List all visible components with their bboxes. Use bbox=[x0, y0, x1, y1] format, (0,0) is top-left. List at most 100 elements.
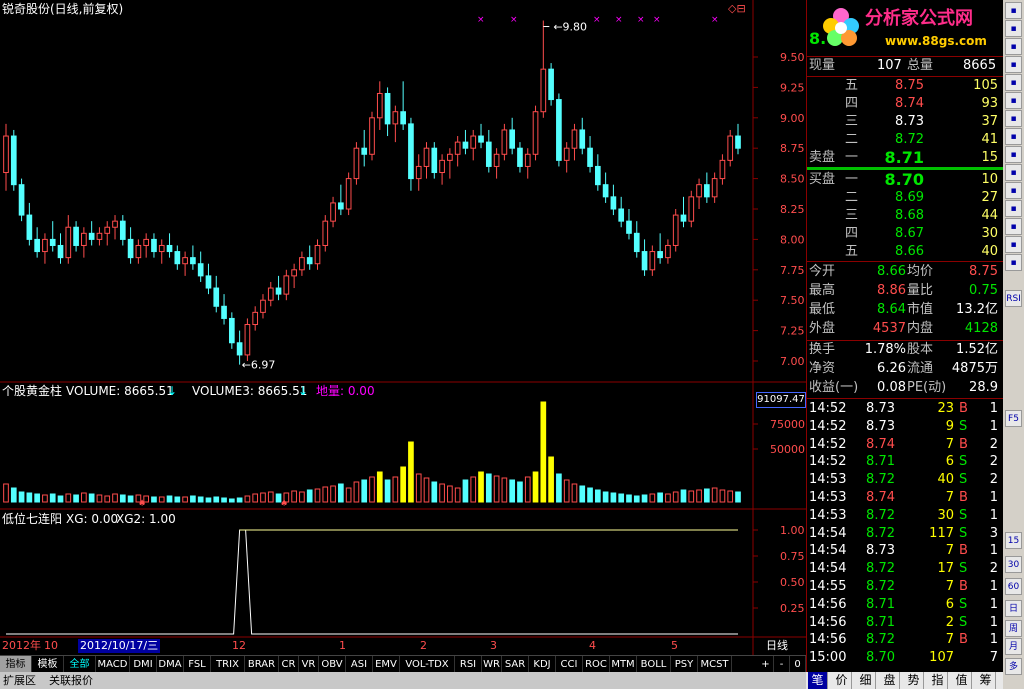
candle-body bbox=[626, 220, 632, 234]
toolbar-period-button[interactable]: 月 bbox=[1005, 638, 1022, 655]
candle-body bbox=[556, 99, 562, 161]
quote-tab[interactable]: 指 bbox=[928, 672, 948, 689]
candle-body bbox=[587, 147, 593, 167]
ask-row: 四 8.74 93 bbox=[807, 95, 1004, 113]
toolbar-period-button[interactable]: 周 bbox=[1005, 620, 1022, 637]
toolbar-tool-icon[interactable]: ▪ bbox=[1005, 20, 1022, 37]
volume-bar bbox=[369, 476, 375, 503]
volume-bar bbox=[330, 485, 336, 503]
toolbar-period-button[interactable]: F5 bbox=[1005, 410, 1022, 427]
toolbar-tool-icon[interactable]: ▪ bbox=[1005, 56, 1022, 73]
toolbar-tool-icon[interactable]: ▪ bbox=[1005, 110, 1022, 127]
kline-chart-area[interactable]: 9.50 9.25 9.00 8.75 8.50 8.25 8.00 7.75 7.50 7.25… bbox=[0, 0, 806, 655]
signal-indicator-name: 低位七连阳 bbox=[2, 512, 63, 526]
toolbar-tool-icon[interactable]: ▪ bbox=[1005, 38, 1022, 55]
volume-bar bbox=[88, 493, 95, 503]
indicator-tab[interactable]: DMI bbox=[130, 656, 157, 673]
indicator-tab[interactable]: VR bbox=[299, 656, 319, 673]
price-tick-label: 9.25 bbox=[780, 81, 805, 94]
candle-body bbox=[649, 251, 656, 271]
indicator-tab[interactable]: BRAR bbox=[245, 656, 279, 673]
indicator-tab[interactable]: VOL-TDX bbox=[400, 656, 455, 673]
tab-control-button[interactable]: + bbox=[758, 656, 774, 673]
bid-level-label: 三 bbox=[845, 208, 859, 223]
toolbar-period-button[interactable]: 30 bbox=[1005, 556, 1022, 573]
tab-related-quotes[interactable]: 关联报价 bbox=[46, 673, 96, 688]
indicator-tab[interactable]: PSY bbox=[671, 656, 698, 673]
tab-control-button[interactable]: - bbox=[774, 656, 790, 673]
indicator-tab[interactable]: WR bbox=[482, 656, 502, 673]
indicator-tab[interactable]: MTM bbox=[610, 656, 637, 673]
candle-body bbox=[197, 263, 204, 277]
stat-row: 外盘 4537 内盘 4128 bbox=[807, 320, 1004, 338]
toolbar-tool-icon[interactable]: ▪ bbox=[1005, 254, 1022, 271]
toolbar-period-button[interactable]: 60 bbox=[1005, 578, 1022, 595]
bid-level-label: 五 bbox=[845, 244, 859, 259]
ask-row: 三 8.73 37 bbox=[807, 113, 1004, 131]
candle-body bbox=[42, 238, 48, 253]
volume-bar bbox=[579, 485, 586, 503]
toolbar-period-button[interactable]: 15 bbox=[1005, 532, 1022, 549]
tab-extension[interactable]: 扩展区 bbox=[0, 673, 39, 688]
candle-body bbox=[376, 92, 383, 119]
indicator-tab[interactable]: OBV bbox=[319, 656, 346, 673]
toolbar-tool-icon[interactable]: ▪ bbox=[1005, 200, 1022, 217]
buy-label: 买盘 bbox=[809, 172, 836, 187]
toolbar-tool-icon[interactable]: ▪ bbox=[1005, 74, 1022, 91]
tick-count: 1 bbox=[989, 490, 998, 505]
toolbar-tool-icon[interactable]: ▪ bbox=[1005, 218, 1022, 235]
indicator-tab[interactable]: KDJ bbox=[529, 656, 556, 673]
indicator-tab[interactable]: DMA bbox=[157, 656, 184, 673]
toolbar-tool-icon[interactable]: ▪ bbox=[1005, 164, 1022, 181]
candle-body bbox=[322, 220, 329, 246]
toolbar-tool-icon[interactable]: ▪ bbox=[1005, 128, 1022, 145]
tick-row: 14:56 8.71 6 S 1 bbox=[807, 596, 1004, 614]
toolbar-period-button[interactable]: RSI bbox=[1005, 290, 1022, 307]
ask-row: 卖盘一 8.71 15 bbox=[807, 149, 1004, 167]
indicator-tab[interactable]: MCST bbox=[698, 656, 732, 673]
indicator-tab[interactable]: 全部 bbox=[64, 656, 96, 673]
toolbar-tool-icon[interactable]: ▪ bbox=[1005, 92, 1022, 109]
tick-price: 8.73 bbox=[866, 401, 895, 416]
toolbar-period-button[interactable]: 日 bbox=[1005, 600, 1022, 617]
quote-tab[interactable]: 势 bbox=[904, 672, 924, 689]
tick-time: 14:53 bbox=[809, 490, 847, 505]
stat-label: 外盘 bbox=[809, 321, 836, 336]
fundamental-value: 1.52亿 bbox=[956, 342, 998, 357]
toolbar-tool-icon[interactable]: ▪ bbox=[1005, 182, 1022, 199]
toolbar-period-button[interactable]: 多 bbox=[1005, 658, 1022, 675]
chart-canvas[interactable]: 9.50 9.25 9.00 8.75 8.50 8.25 8.00 7.75 7.50 7.25… bbox=[0, 0, 806, 655]
window-controls-icon[interactable]: ◇⊟ bbox=[728, 2, 746, 16]
stat-row: 今开 8.66 均价 8.75 bbox=[807, 263, 1004, 281]
indicator-tab[interactable]: CCI bbox=[556, 656, 583, 673]
indicator-tab[interactable]: RSI bbox=[455, 656, 482, 673]
tab-control-button[interactable]: 0 bbox=[790, 656, 806, 673]
toolbar-tool-icon[interactable]: ▪ bbox=[1005, 2, 1022, 19]
candle-body bbox=[314, 244, 321, 265]
indicator-tab[interactable]: ROC bbox=[583, 656, 610, 673]
tick-count: 2 bbox=[989, 472, 998, 488]
indicator-tab[interactable]: SAR bbox=[502, 656, 529, 673]
indicator-tab[interactable]: BOLL bbox=[637, 656, 671, 673]
quote-tab[interactable]: 笔 bbox=[808, 672, 828, 689]
tick-count: 1 bbox=[989, 596, 998, 612]
indicator-tab[interactable]: 模板 bbox=[32, 656, 64, 673]
quote-tab[interactable]: 价 bbox=[832, 672, 852, 689]
indicator-tab[interactable]: TRIX bbox=[211, 656, 245, 673]
quote-tab[interactable]: 盘 bbox=[880, 672, 900, 689]
toolbar-tool-icon[interactable]: ▪ bbox=[1005, 236, 1022, 253]
period-label[interactable]: 日线 bbox=[766, 639, 788, 653]
tick-row: 14:54 8.73 7 B 1 bbox=[807, 542, 1004, 560]
indicator-tab[interactable]: CR bbox=[279, 656, 299, 673]
indicator-tab[interactable]: ASI bbox=[346, 656, 373, 673]
indicator-tab[interactable]: EMV bbox=[373, 656, 400, 673]
indicator-tab[interactable]: FSL bbox=[184, 656, 211, 673]
year-label: 2012年 bbox=[2, 639, 41, 652]
stat-label: 今开 bbox=[809, 264, 836, 279]
indicator-tab[interactable]: 指标 bbox=[0, 656, 32, 673]
indicator-tab[interactable]: MACD bbox=[96, 656, 130, 673]
quote-tab[interactable]: 筹 bbox=[976, 672, 996, 689]
quote-tab[interactable]: 细 bbox=[856, 672, 876, 689]
toolbar-tool-icon[interactable]: ▪ bbox=[1005, 146, 1022, 163]
quote-tab[interactable]: 值 bbox=[952, 672, 972, 689]
